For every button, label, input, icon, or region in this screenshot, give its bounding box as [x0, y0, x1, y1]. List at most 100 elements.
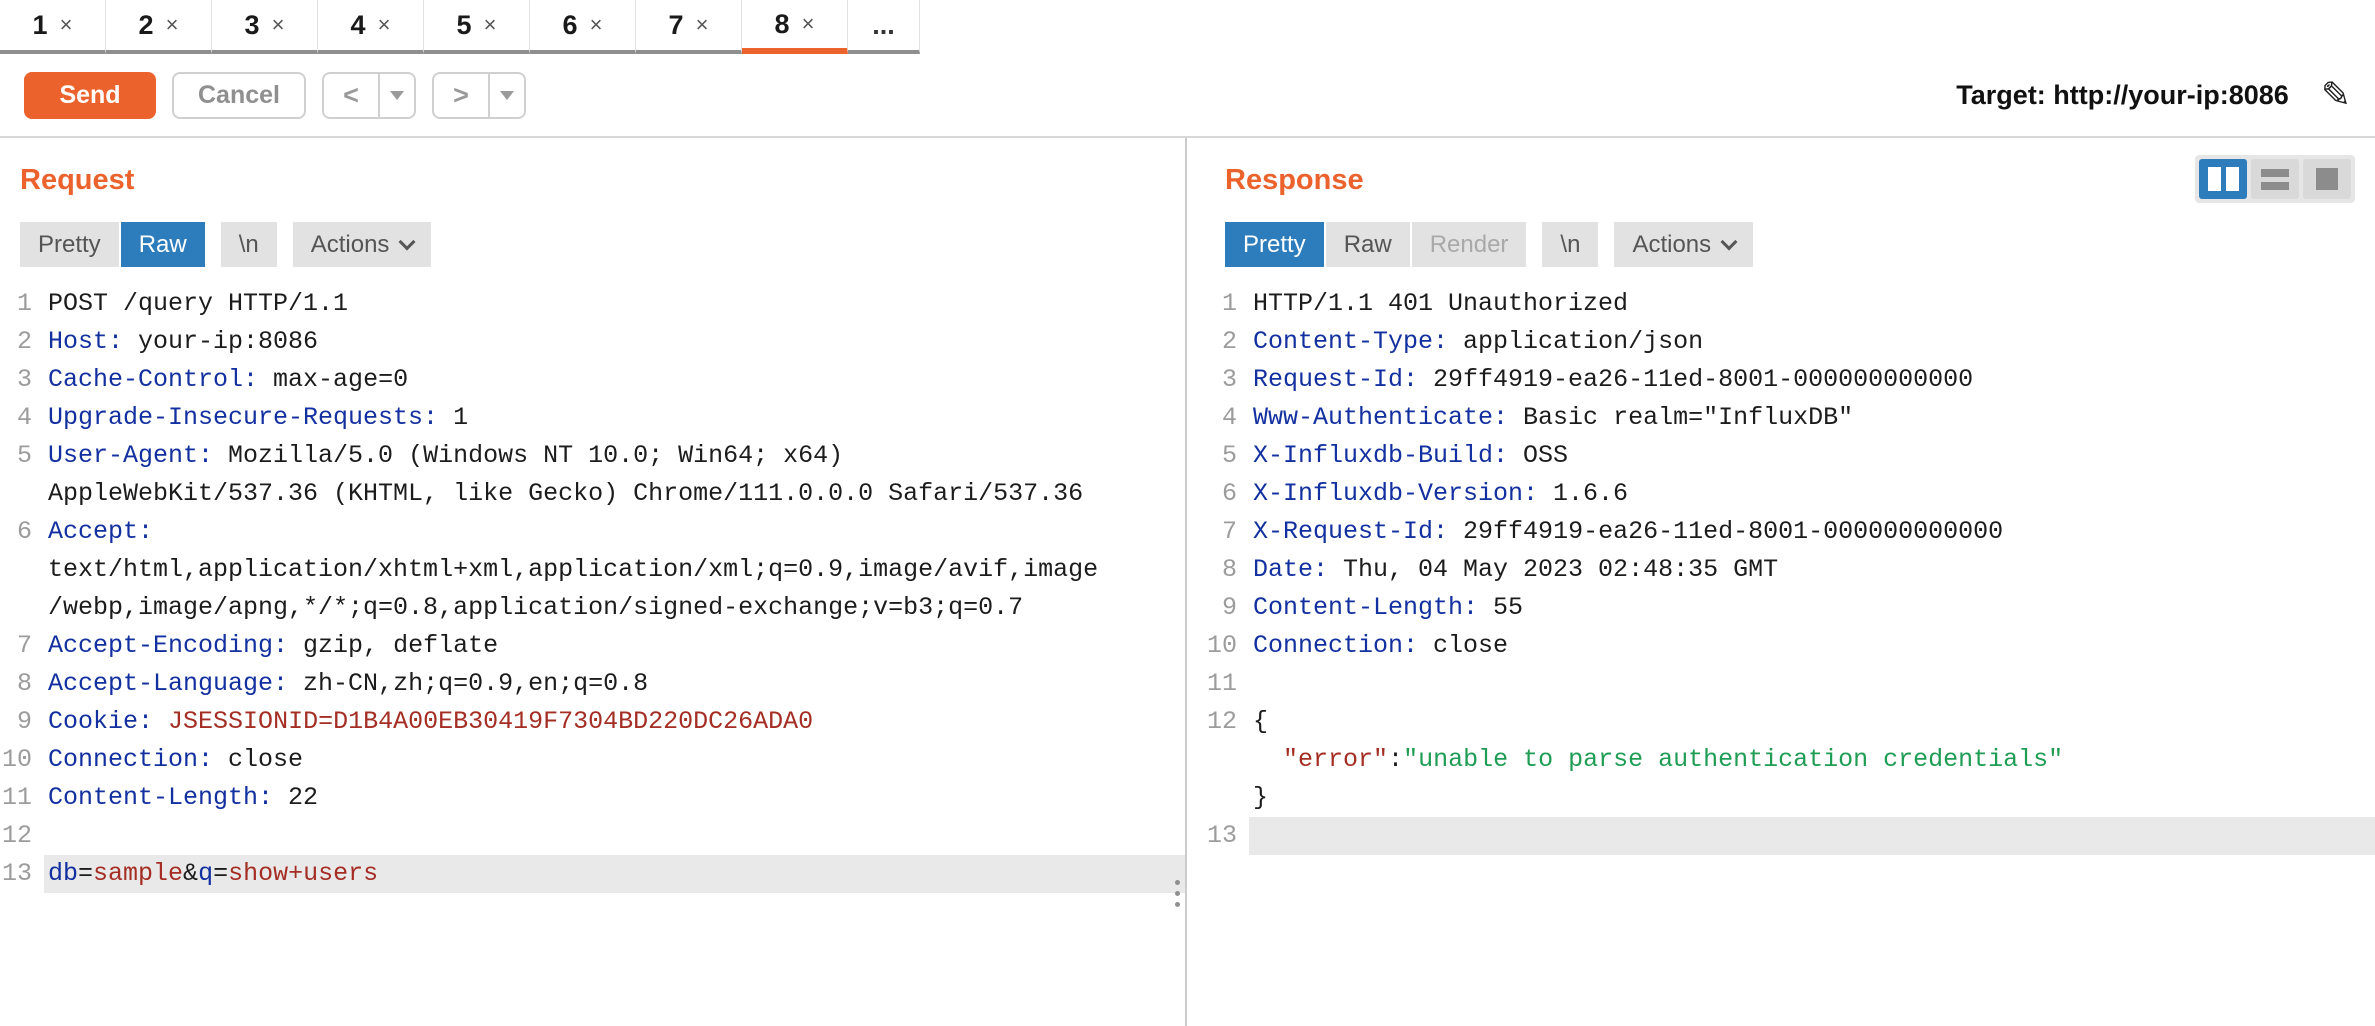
code-row: 5User-Agent: Mozilla/5.0 (Windows NT 10.… [0, 437, 1185, 475]
code-row: 12 [0, 817, 1185, 855]
response-tab-pretty[interactable]: Pretty [1225, 222, 1324, 267]
code-line[interactable] [1249, 665, 2375, 703]
repeater-tab-5[interactable]: 5× [424, 0, 530, 54]
splitter-drag-handle[interactable] [1175, 880, 1180, 907]
code-line[interactable]: Content-Length: 55 [1249, 589, 2375, 627]
request-tab-pretty[interactable]: Pretty [20, 222, 119, 267]
line-number [0, 475, 44, 513]
line-number: 9 [1205, 589, 1249, 627]
request-tab-raw[interactable]: Raw [121, 222, 205, 267]
code-line[interactable]: Connection: close [44, 741, 1185, 779]
code-line[interactable] [44, 817, 1185, 855]
response-newline-toggle[interactable]: \n [1542, 222, 1598, 267]
code-line[interactable]: Date: Thu, 04 May 2023 02:48:35 GMT [1249, 551, 2375, 589]
code-line[interactable]: HTTP/1.1 401 Unauthorized [1249, 285, 2375, 323]
close-tab-icon[interactable]: × [60, 12, 73, 38]
close-tab-icon[interactable]: × [166, 12, 179, 38]
back-history-dropdown[interactable] [378, 74, 414, 117]
code-line[interactable]: /webp,image/apng,*/*;q=0.8,application/s… [44, 589, 1185, 627]
response-panel-header: Response [1205, 158, 2375, 202]
code-line[interactable]: Request-Id: 29ff4919-ea26-11ed-8001-0000… [1249, 361, 2375, 399]
panel-splitter[interactable] [1185, 138, 1205, 1026]
response-actions-dropdown[interactable]: Actions [1614, 222, 1753, 267]
code-row: AppleWebKit/537.36 (KHTML, like Gecko) C… [0, 475, 1185, 513]
tab-label: 5 [457, 10, 472, 41]
code-row: /webp,image/apng,*/*;q=0.8,application/s… [0, 589, 1185, 627]
request-title: Request [20, 164, 134, 197]
repeater-tab-6[interactable]: 6× [530, 0, 636, 54]
code-line[interactable]: } [1249, 779, 2375, 817]
columns-layout-icon [2208, 167, 2221, 191]
code-row: 1HTTP/1.1 401 Unauthorized [1205, 285, 2375, 323]
repeater-tabs: 1×2×3×4×5×6×7×8× [0, 0, 848, 54]
repeater-tab-4[interactable]: 4× [318, 0, 424, 54]
back-button[interactable]: < [324, 74, 378, 117]
code-line[interactable]: AppleWebKit/537.36 (KHTML, like Gecko) C… [44, 475, 1185, 513]
forward-history-dropdown[interactable] [488, 74, 524, 117]
close-tab-icon[interactable]: × [378, 12, 391, 38]
code-line[interactable]: Upgrade-Insecure-Requests: 1 [44, 399, 1185, 437]
code-line[interactable]: X-Influxdb-Build: OSS [1249, 437, 2375, 475]
tab-label: 6 [563, 10, 578, 41]
layout-columns-button[interactable] [2199, 159, 2247, 199]
layout-single-button[interactable] [2303, 159, 2351, 199]
close-tab-icon[interactable]: × [590, 12, 603, 38]
request-newline-toggle[interactable]: \n [221, 222, 277, 267]
response-tab-raw[interactable]: Raw [1326, 222, 1410, 267]
code-line[interactable]: Accept: [44, 513, 1185, 551]
code-line[interactable] [1249, 817, 2375, 855]
close-tab-icon[interactable]: × [484, 12, 497, 38]
code-row: 5X-Influxdb-Build: OSS [1205, 437, 2375, 475]
repeater-tab-8[interactable]: 8× [742, 0, 848, 54]
code-line[interactable]: "error":"unable to parse authentication … [1249, 741, 2375, 779]
forward-navigation-group: > [432, 72, 526, 119]
line-number: 12 [0, 817, 44, 855]
code-row: 3Cache-Control: max-age=0 [0, 361, 1185, 399]
code-line[interactable]: { [1249, 703, 2375, 741]
code-row: 2Content-Type: application/json [1205, 323, 2375, 361]
code-line[interactable]: Cookie: JSESSIONID=D1B4A00EB30419F7304BD… [44, 703, 1185, 741]
close-tab-icon[interactable]: × [696, 12, 709, 38]
code-line[interactable]: Connection: close [1249, 627, 2375, 665]
code-line[interactable]: POST /query HTTP/1.1 [44, 285, 1185, 323]
repeater-tab-3[interactable]: 3× [212, 0, 318, 54]
request-actions-dropdown[interactable]: Actions [293, 222, 432, 267]
code-line[interactable]: X-Request-Id: 29ff4919-ea26-11ed-8001-00… [1249, 513, 2375, 551]
code-row: 1POST /query HTTP/1.1 [0, 285, 1185, 323]
request-panel: Request Pretty Raw \n Actions 1POST /que… [0, 138, 1185, 1026]
tab-label: 7 [669, 10, 684, 41]
code-line[interactable]: Content-Length: 22 [44, 779, 1185, 817]
forward-button[interactable]: > [434, 74, 488, 117]
code-line[interactable]: X-Influxdb-Version: 1.6.6 [1249, 475, 2375, 513]
code-line[interactable]: Host: your-ip:8086 [44, 323, 1185, 361]
layout-rows-button[interactable] [2251, 159, 2299, 199]
target-url-label: Target: http://your-ip:8086 [1956, 80, 2289, 111]
code-line[interactable]: text/html,application/xhtml+xml,applicat… [44, 551, 1185, 589]
code-line[interactable]: Accept-Encoding: gzip, deflate [44, 627, 1185, 665]
tab-label: 4 [351, 10, 366, 41]
code-line[interactable]: Content-Type: application/json [1249, 323, 2375, 361]
line-number: 4 [0, 399, 44, 437]
code-line[interactable]: Accept-Language: zh-CN,zh;q=0.9,en;q=0.8 [44, 665, 1185, 703]
line-number: 7 [0, 627, 44, 665]
code-line[interactable]: Www-Authenticate: Basic realm="InfluxDB" [1249, 399, 2375, 437]
edit-target-pencil-icon[interactable]: ✎ [2321, 77, 2351, 113]
cancel-button[interactable]: Cancel [172, 72, 306, 119]
code-line[interactable]: db=sample&q=show+users [44, 855, 1185, 893]
response-editor[interactable]: 1HTTP/1.1 401 Unauthorized2Content-Type:… [1205, 285, 2375, 855]
close-tab-icon[interactable]: × [272, 12, 285, 38]
code-row: 4Www-Authenticate: Basic realm="InfluxDB… [1205, 399, 2375, 437]
code-line[interactable]: Cache-Control: max-age=0 [44, 361, 1185, 399]
close-tab-icon[interactable]: × [802, 11, 815, 37]
repeater-tab-1[interactable]: 1× [0, 0, 106, 54]
response-view-tabs: Pretty Raw Render \n Actions [1225, 222, 2355, 267]
code-row: 9Cookie: JSESSIONID=D1B4A00EB30419F7304B… [0, 703, 1185, 741]
more-tabs-button[interactable]: ... [848, 0, 920, 54]
code-line[interactable]: User-Agent: Mozilla/5.0 (Windows NT 10.0… [44, 437, 1185, 475]
request-editor[interactable]: 1POST /query HTTP/1.12Host: your-ip:8086… [0, 285, 1185, 893]
code-row: 8Accept-Language: zh-CN,zh;q=0.9,en;q=0.… [0, 665, 1185, 703]
repeater-tab-7[interactable]: 7× [636, 0, 742, 54]
send-button[interactable]: Send [24, 72, 156, 119]
repeater-tab-2[interactable]: 2× [106, 0, 212, 54]
response-tab-render: Render [1412, 222, 1527, 267]
